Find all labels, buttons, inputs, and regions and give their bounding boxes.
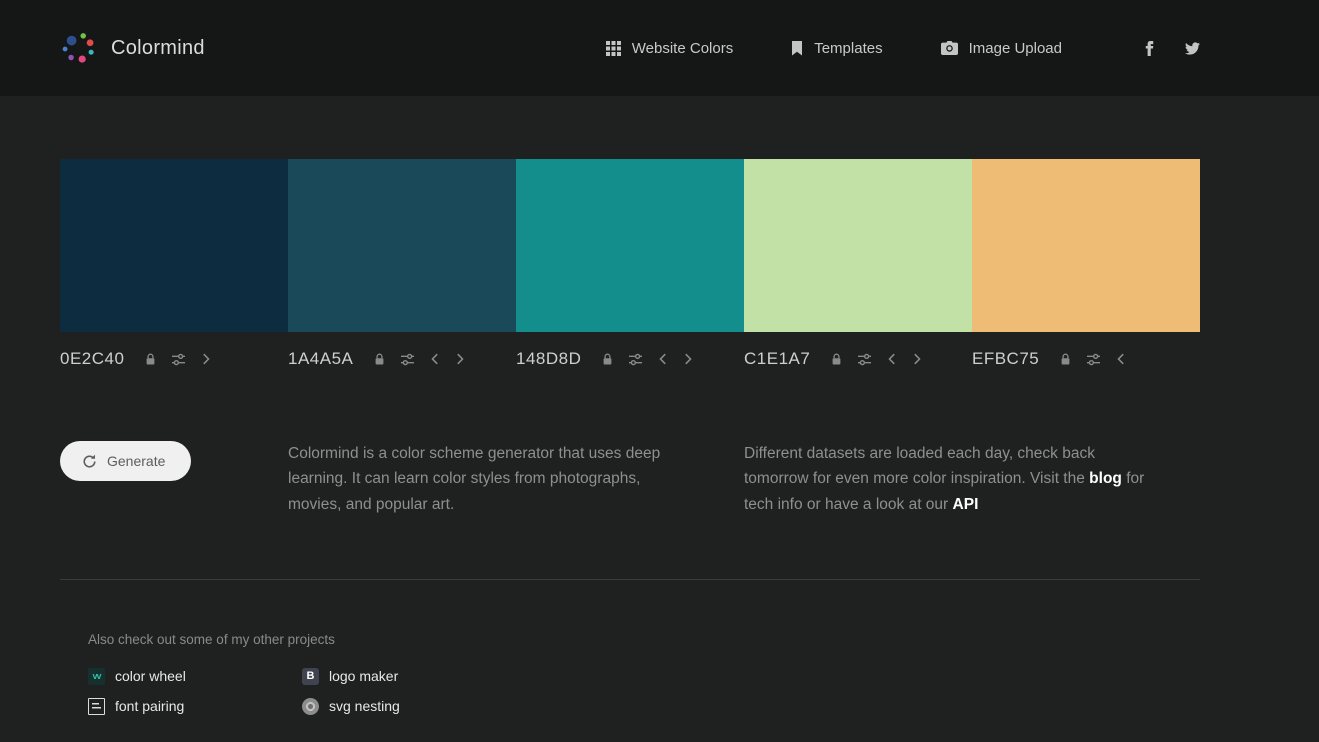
swatch-controls-1: 0E2C40 <box>60 349 288 369</box>
main-nav: Website Colors Templates Image Upload <box>548 40 1200 57</box>
lock-icon[interactable] <box>144 353 157 366</box>
link-logo-maker[interactable]: B logo maker <box>302 667 516 685</box>
header: Colormind Website Colors Templates Image… <box>0 0 1319 96</box>
nav-label: Website Colors <box>631 39 734 57</box>
lock-icon[interactable] <box>830 353 843 366</box>
hex-value[interactable]: EFBC75 <box>972 349 1039 369</box>
hex-value[interactable]: 1A4A5A <box>288 349 353 369</box>
svg-nesting-icon <box>302 697 319 715</box>
footer-link-label: font pairing <box>115 698 185 715</box>
swatch-controls-2: 1A4A5A <box>288 349 516 369</box>
main-content: 0E2C40 1A4A5A 148D8D C1E1A7 EFBC75 Gener… <box>0 159 1319 715</box>
chevron-left-icon[interactable] <box>431 353 439 365</box>
hex-value[interactable]: C1E1A7 <box>744 349 810 369</box>
color-wheel-icon: vv <box>88 667 105 685</box>
palette-swatch-1[interactable] <box>60 159 288 332</box>
swatch-controls-4: C1E1A7 <box>744 349 972 369</box>
sliders-icon[interactable] <box>858 353 871 366</box>
colormind-logo-icon <box>62 33 94 63</box>
palette-swatch-2[interactable] <box>288 159 516 332</box>
grid-icon <box>605 40 621 56</box>
font-pairing-icon <box>88 697 105 715</box>
chevron-right-icon[interactable] <box>684 353 692 365</box>
chevron-right-icon[interactable] <box>456 353 464 365</box>
chevron-right-icon[interactable] <box>913 353 921 365</box>
chevron-right-icon[interactable] <box>202 353 210 365</box>
swatch-controls-5: EFBC75 <box>972 349 1200 369</box>
chevron-left-icon[interactable] <box>1117 353 1125 365</box>
footer-heading: Also check out some of my other projects <box>88 631 335 647</box>
about-description: Colormind is a color scheme generator th… <box>288 445 661 513</box>
palette-swatch-5[interactable] <box>972 159 1200 332</box>
twitter-icon[interactable] <box>1185 41 1200 56</box>
api-link[interactable]: API <box>953 496 979 513</box>
link-svg-nesting[interactable]: svg nesting <box>302 697 516 715</box>
facebook-icon[interactable] <box>1142 40 1157 56</box>
palette <box>60 159 1200 332</box>
footer-link-label: logo maker <box>329 668 399 685</box>
footer: Also check out some of my other projects… <box>60 580 1200 715</box>
blog-link[interactable]: blog <box>1089 470 1122 487</box>
brand-logo[interactable]: Colormind <box>60 29 205 67</box>
sliders-icon[interactable] <box>629 353 642 366</box>
info-section: Generate Colormind is a color scheme gen… <box>60 441 1200 517</box>
lock-icon[interactable] <box>373 353 386 366</box>
footer-link-label: svg nesting <box>329 698 400 715</box>
generate-button[interactable]: Generate <box>60 441 192 481</box>
chevron-left-icon[interactable] <box>659 353 667 365</box>
sliders-icon[interactable] <box>1087 353 1100 366</box>
nav-label: Templates <box>814 39 883 57</box>
camera-icon <box>940 41 958 55</box>
chevron-left-icon[interactable] <box>888 353 896 365</box>
hex-value[interactable]: 148D8D <box>516 349 581 369</box>
nav-website-colors[interactable]: Website Colors <box>605 39 734 57</box>
refresh-icon <box>83 454 96 468</box>
link-color-wheel[interactable]: vv color wheel <box>88 667 302 685</box>
logo-maker-icon: B <box>302 667 319 685</box>
swatch-controls-3: 148D8D <box>516 349 744 369</box>
nav-label: Image Upload <box>968 39 1062 57</box>
brand-name: Colormind <box>111 36 205 59</box>
nav-templates[interactable]: Templates <box>791 39 883 57</box>
lock-icon[interactable] <box>1059 353 1072 366</box>
datasets-description: Different datasets are loaded each day, … <box>744 441 1200 517</box>
sliders-icon[interactable] <box>172 353 185 366</box>
bookmark-icon <box>792 40 803 55</box>
link-font-pairing[interactable]: font pairing <box>88 697 302 715</box>
palette-swatch-3[interactable] <box>516 159 744 332</box>
palette-controls: 0E2C40 1A4A5A 148D8D C1E1A7 EFBC75 <box>60 345 1200 373</box>
sliders-icon[interactable] <box>401 353 414 366</box>
lock-icon[interactable] <box>601 353 614 366</box>
footer-links: vv color wheel B logo maker font pairing… <box>88 667 1200 715</box>
datasets-text-1: Different datasets are loaded each day, … <box>744 445 1095 488</box>
generate-label: Generate <box>107 453 166 469</box>
palette-swatch-4[interactable] <box>744 159 972 332</box>
hex-value[interactable]: 0E2C40 <box>60 349 124 369</box>
nav-image-upload[interactable]: Image Upload <box>940 39 1062 57</box>
footer-link-label: color wheel <box>115 668 186 685</box>
social-links <box>1142 40 1200 56</box>
